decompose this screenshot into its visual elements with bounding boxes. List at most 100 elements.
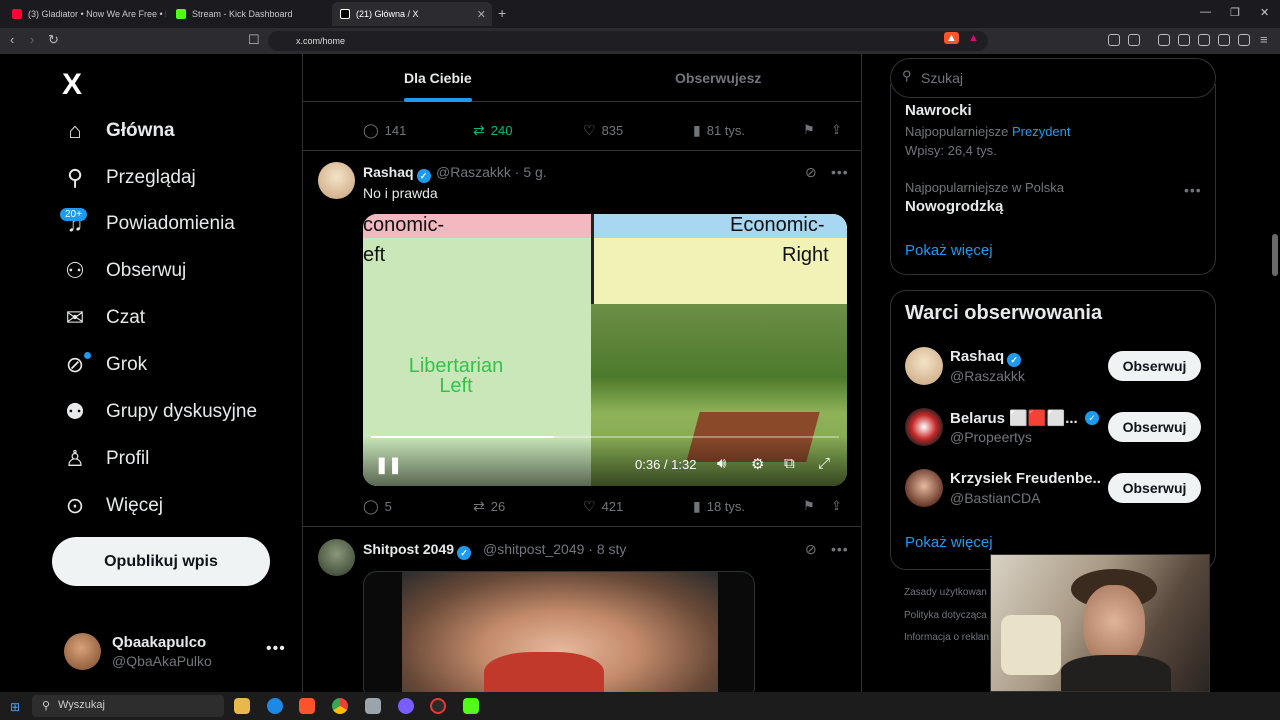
follow-button[interactable]: Obserwuj [1108,351,1201,381]
bookmark-icon[interactable]: ☐ [248,32,260,48]
picture-in-picture-icon[interactable]: ⧉ [784,455,795,472]
avatar[interactable] [905,408,943,446]
reload-icon[interactable]: ↻ [48,32,59,48]
footer-link[interactable]: Informacja o reklan [904,632,989,643]
post-more-icon[interactable]: ••• [831,541,849,557]
wallet-icon[interactable] [1198,34,1210,46]
post-media[interactable] [363,571,755,692]
settings-gear-icon[interactable]: ⚙ [751,455,764,473]
brave-icon[interactable] [299,698,315,714]
scrollbar-thumb[interactable] [1272,234,1278,276]
new-tab-button[interactable]: + [498,5,506,21]
avatar[interactable] [64,633,101,670]
music-icon[interactable] [1158,34,1170,46]
nav-item-grok[interactable]: ⊘ Grok [62,350,147,380]
app-icon[interactable] [365,698,381,714]
footer-link[interactable]: Zasady użytkowan [904,587,987,598]
bookmark-icon[interactable]: ⚑ [803,498,815,514]
discord-icon[interactable] [398,698,414,714]
grok-icon[interactable]: ⊘ [805,541,817,558]
reply-button[interactable]: ◯ 5 [363,498,392,515]
pause-icon[interactable]: ❚❚ [375,455,402,475]
show-more-link[interactable]: Pokaż więcej [905,242,993,259]
windows-start-icon[interactable]: ⊞ [10,700,20,714]
address-bar[interactable]: x.com/home [268,31,988,51]
post-more-icon[interactable]: ••• [831,164,849,180]
footer-link[interactable]: Polityka dotycząca [904,610,987,621]
video-progress-bar[interactable] [371,436,839,438]
nav-item-follow[interactable]: ⚇ Obserwuj [62,256,186,286]
bookmark-icon[interactable]: ⚑ [803,122,815,138]
menu-icon[interactable]: ≡ [1260,32,1268,47]
nav-item-profile[interactable]: ♙ Profil [62,444,149,474]
avatar[interactable] [905,347,943,385]
tab-for-you[interactable]: Dla Ciebie [404,70,472,86]
back-icon[interactable]: ‹ [10,32,14,47]
repost-button[interactable]: ⇄ 240 [473,122,512,139]
views-button[interactable]: ▮ 18 tys. [693,498,745,515]
fullscreen-icon[interactable]: ⤢ [818,455,830,472]
close-tab-icon[interactable]: ✕ [477,8,486,21]
close-window-button[interactable]: ✕ [1260,6,1269,19]
brave-shields-icon[interactable]: ▲ [944,32,959,44]
minimize-button[interactable]: — [1200,6,1211,18]
share-icon[interactable]: ⇪ [831,122,842,138]
x-logo-icon[interactable]: X [62,68,82,102]
avatar[interactable] [905,469,943,507]
restore-button[interactable]: ❐ [1230,6,1240,19]
brave-rewards-icon[interactable]: ▲ [968,32,979,44]
post-author-handle[interactable]: @Raszakkk · 5 g. [436,164,547,180]
sidebar-icon[interactable] [1178,34,1190,46]
trend-meta-link[interactable]: Prezydent [1012,124,1071,139]
suggested-user-name[interactable]: Rashaq ✓ [950,348,1022,367]
browser-tab-x[interactable]: (21) Główna / X ✕ [332,2,492,26]
follow-button[interactable]: Obserwuj [1108,412,1201,442]
video-player[interactable]: conomic- eft Economic- Right Libertarian… [363,214,847,486]
follow-button[interactable]: Obserwuj [1108,473,1201,503]
account-name[interactable]: Qbaakapulco [112,634,206,651]
browser-tab-youtube[interactable]: (3) Gladiator • Now We Are Free • Ha [4,2,166,26]
post-author-name[interactable]: Rashaq ✓ [363,164,431,183]
kick-icon[interactable] [463,698,479,714]
nav-item-notifications[interactable]: ♫ Powiadomienia [62,209,235,239]
trend-more-icon[interactable]: ••• [1184,182,1202,198]
show-more-link[interactable]: Pokaż więcej [905,534,993,551]
account-handle[interactable]: @QbaAkaPulko [112,653,212,669]
suggested-user-name[interactable]: Belarus ⬜🟥⬜... [950,409,1078,427]
volume-icon[interactable]: 🔊︎ [717,455,726,472]
nav-item-chat[interactable]: ✉ Czat [62,303,145,333]
nav-item-home[interactable]: ⌂ Główna [62,116,174,146]
edge-icon[interactable] [267,698,283,714]
tab-following[interactable]: Obserwujesz [675,70,761,86]
avatar[interactable] [318,539,355,576]
trend-title[interactable]: Nawrocki [905,102,972,119]
trend-title[interactable]: Nowogrodzką [905,198,1003,215]
forward-icon[interactable]: › [30,32,34,47]
repost-button[interactable]: ⇄ 26 [473,498,505,515]
obs-icon[interactable] [430,698,446,714]
grok-icon[interactable]: ⊘ [805,164,817,181]
views-button[interactable]: ▮ 81 tys. [693,122,745,139]
reply-button[interactable]: ◯ 141 [363,122,406,139]
extensions-icon[interactable] [1108,34,1120,46]
file-explorer-icon[interactable] [234,698,250,714]
nav-item-more[interactable]: ⊙ Więcej [62,491,163,521]
suggested-user-name[interactable]: Krzysiek Freudenbe... [950,470,1100,487]
post-author-name[interactable]: Shitpost 2049 ✓ [363,541,472,560]
nav-item-explore[interactable]: ⚲ Przeglądaj [62,163,196,193]
scrollbar[interactable] [1270,54,1280,692]
nav-item-communities[interactable]: ⚉ Grupy dyskusyjne [62,397,257,427]
taskbar-search[interactable]: Wyszukaj [32,695,224,717]
leo-icon[interactable] [1218,34,1230,46]
chrome-icon[interactable] [332,698,348,714]
publish-button[interactable]: Opublikuj wpis [52,537,270,586]
post-author-handle[interactable]: @shitpost_2049 · 8 sty [483,541,626,557]
like-button[interactable]: ♡ 835 [583,122,623,139]
like-button[interactable]: ♡ 421 [583,498,623,515]
account-menu-icon[interactable]: ••• [266,640,286,658]
vpn-icon[interactable] [1238,34,1250,46]
reader-icon[interactable] [1128,34,1140,46]
share-icon[interactable]: ⇪ [831,498,842,514]
avatar[interactable] [318,162,355,199]
browser-tab-kick[interactable]: Stream - Kick Dashboard [168,2,330,26]
